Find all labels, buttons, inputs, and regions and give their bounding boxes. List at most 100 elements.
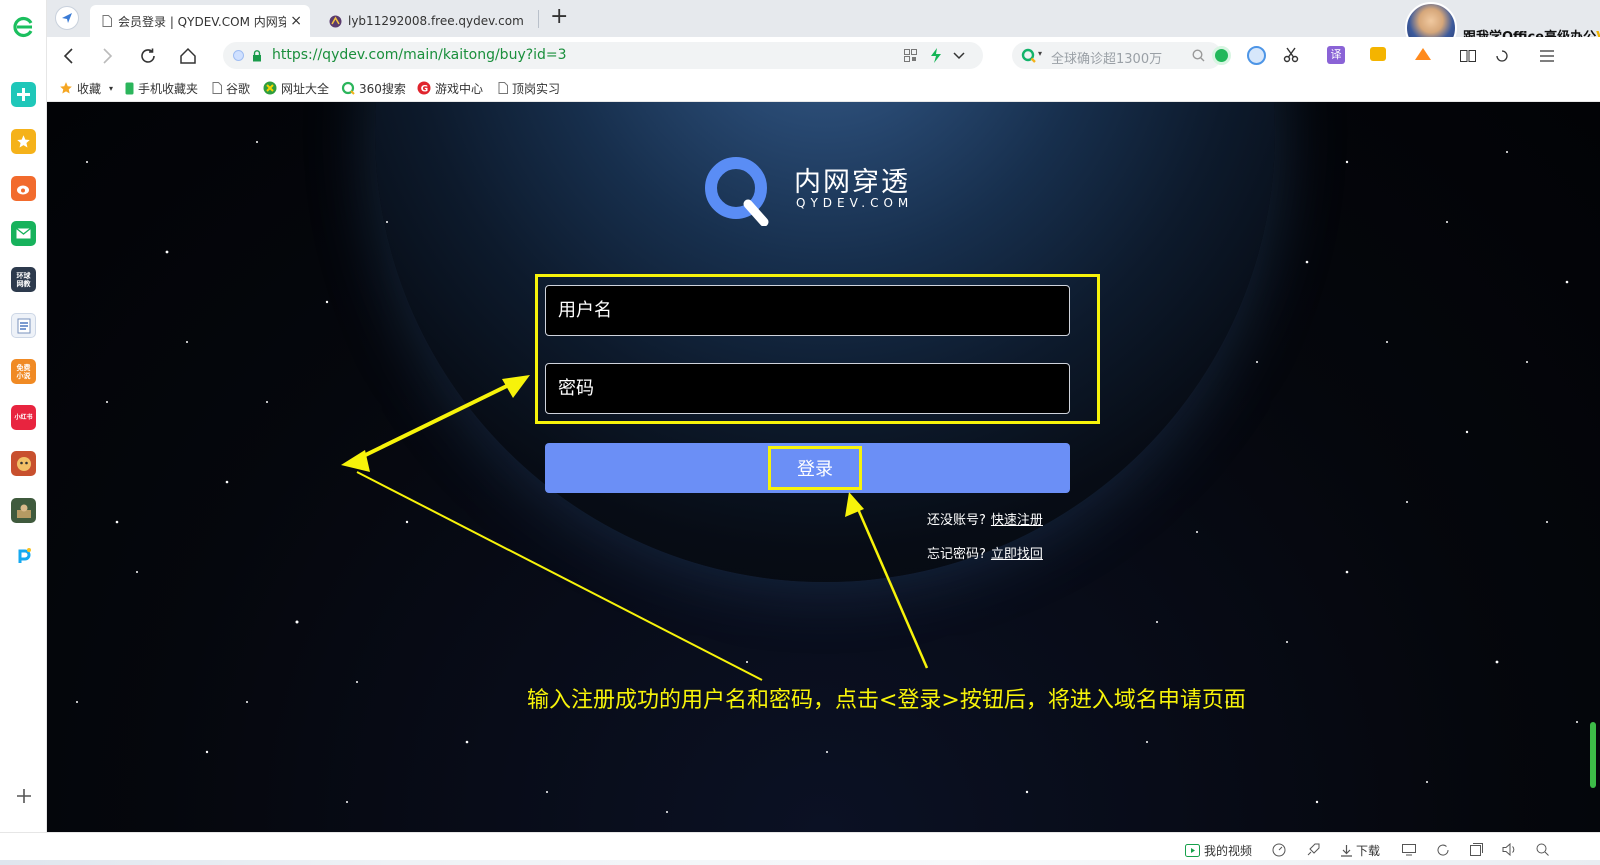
logo-q-icon xyxy=(705,157,769,226)
forgot-link[interactable]: 立即找回 xyxy=(991,547,1043,562)
download-icon xyxy=(1341,844,1352,857)
search-placeholder[interactable]: 全球确诊超1300万 xyxy=(1051,48,1162,67)
page-content: 内网穿透 QYDEV.COM 登录 还没账号? 快速注册 忘记密码? 立即找回 输入… xyxy=(47,102,1600,832)
pubg-app-icon[interactable] xyxy=(11,498,36,523)
edu-app-label: 环球网教 xyxy=(16,271,31,288)
forward-button[interactable] xyxy=(97,45,119,67)
lock-icon xyxy=(253,50,261,62)
novel-app-icon[interactable]: 免费小说 xyxy=(11,359,36,384)
reload-icon xyxy=(141,48,155,63)
novel-app-label: 免费小说 xyxy=(16,363,31,380)
search-engine-dropdown-icon[interactable]: ▾ xyxy=(1038,49,1042,58)
downloads-label: 下载 xyxy=(1356,843,1381,858)
window-layout-icon[interactable] xyxy=(1460,50,1476,62)
tab-title: lyb11292008.free.qydev.com xyxy=(348,14,524,28)
menu-icon[interactable] xyxy=(1540,50,1554,62)
tab-free-qydev[interactable]: lyb11292008.free.qydev.com xyxy=(317,5,537,37)
rocket-icon[interactable] xyxy=(1306,843,1320,857)
weibo-icon[interactable] xyxy=(11,176,36,201)
bookmark-label: 手机收藏夹 xyxy=(138,81,199,96)
logo-title: 内网穿透 xyxy=(794,167,910,198)
new-tab-button[interactable]: + xyxy=(550,4,568,29)
register-link[interactable]: 快速注册 xyxy=(991,513,1043,528)
my-videos-label: 我的视频 xyxy=(1204,843,1253,858)
bookmark-360-search[interactable]: 360搜索 xyxy=(341,79,406,97)
bookmark-directory[interactable]: 网址大全 xyxy=(263,79,329,97)
window-icon[interactable] xyxy=(1470,843,1483,856)
zoom-icon[interactable] xyxy=(1536,843,1549,856)
blue-minus-icon[interactable] xyxy=(1247,46,1266,65)
login-button-label[interactable]: 登录 xyxy=(768,446,862,490)
downloads-button[interactable]: 下载 xyxy=(1340,841,1380,859)
add-sidebar-app-icon[interactable] xyxy=(11,783,36,808)
chevron-down-icon[interactable]: ▾ xyxy=(109,84,113,93)
star-icon xyxy=(60,82,72,94)
bookmark-games[interactable]: G 游戏中心 xyxy=(417,79,483,97)
edu-app-icon[interactable]: 环球网教 xyxy=(11,267,36,292)
qr-code-icon[interactable] xyxy=(904,49,917,62)
tab-strip: 会员登录 | QYDEV.COM 内网穿 × lyb11292008.free.… xyxy=(47,0,1600,37)
home-button[interactable] xyxy=(177,45,199,67)
scroll-indicator[interactable] xyxy=(1590,722,1596,788)
translate-icon[interactable]: 译 xyxy=(1327,46,1345,64)
site-favicon-icon xyxy=(329,15,342,27)
game-app-icon[interactable] xyxy=(11,451,36,476)
tab-title: 会员登录 | QYDEV.COM 内网穿 xyxy=(118,14,286,29)
back-button[interactable] xyxy=(57,45,79,67)
site-logo[interactable]: 内网穿透 QYDEV.COM xyxy=(704,154,924,234)
yellow-extension-icon[interactable] xyxy=(1370,47,1386,61)
taskbar-strip xyxy=(0,860,1600,865)
word-doc-icon[interactable] xyxy=(11,313,36,338)
globe-icon xyxy=(263,81,277,95)
bookmark-label: 收藏 xyxy=(77,81,102,96)
search-icon[interactable] xyxy=(1192,49,1205,62)
search-360-icon xyxy=(1021,48,1036,63)
logo-subtitle: QYDEV.COM xyxy=(796,196,914,210)
bookmarks-bar: 收藏 ▾ 手机收藏夹 谷歌 网址大全 360搜索 G 游戏中心 顶岗实习 xyxy=(47,74,1600,102)
refresh-page-icon[interactable] xyxy=(1436,843,1450,857)
search-360-icon xyxy=(341,81,355,95)
pay-app-icon[interactable] xyxy=(11,543,36,568)
browser-logo-icon[interactable] xyxy=(11,14,36,39)
undo-icon[interactable] xyxy=(1495,49,1509,63)
green-chat-icon[interactable] xyxy=(1212,46,1231,65)
close-tab-icon[interactable]: × xyxy=(290,13,302,29)
plus-app-icon[interactable] xyxy=(11,82,36,107)
url-text[interactable]: https://qydev.com/main/kaitong/buy?id=3 xyxy=(272,47,567,63)
my-videos-button[interactable]: 我的视频 xyxy=(1185,841,1252,859)
bookmark-mobile[interactable]: 手机收藏夹 xyxy=(125,79,198,97)
address-bar[interactable]: https://qydev.com/main/kaitong/buy?id=3 xyxy=(223,42,983,69)
site-info-icon[interactable] xyxy=(233,50,244,61)
password-input[interactable] xyxy=(545,363,1070,414)
bookmark-google[interactable]: 谷歌 xyxy=(212,79,250,97)
bookmark-label: 谷歌 xyxy=(226,81,251,96)
scissors-icon[interactable] xyxy=(1283,47,1299,63)
tab-login[interactable]: 会员登录 | QYDEV.COM 内网穿 × xyxy=(90,5,310,37)
username-input[interactable] xyxy=(545,285,1070,336)
browser-window: 环球网教 免费小说 小红书 会员登录 | QYDEV.COM 内网穿 × lyb… xyxy=(0,0,1600,865)
orange-extension-icon[interactable] xyxy=(1415,48,1431,60)
bookmark-internship[interactable]: 顶岗实习 xyxy=(498,79,560,97)
volume-icon[interactable] xyxy=(1502,843,1517,856)
devices-icon[interactable] xyxy=(1402,844,1416,856)
tab-separator xyxy=(538,10,539,28)
forward-arrow-icon xyxy=(103,48,113,64)
speed-icon[interactable] xyxy=(1272,843,1286,857)
reload-button[interactable] xyxy=(137,45,159,67)
annotation-text: 输入注册成功的用户名和密码，点击<登录>按钮后，将进入域名申请页面 xyxy=(527,688,1246,713)
back-arrow-icon xyxy=(63,48,73,64)
phone-icon xyxy=(125,82,134,94)
mail-icon[interactable] xyxy=(11,221,36,246)
search-box[interactable]: ▾ 全球确诊超1300万 xyxy=(1012,42,1222,69)
video-icon xyxy=(1185,843,1200,857)
chevron-down-icon[interactable] xyxy=(953,52,965,60)
register-row: 还没账号? 快速注册 xyxy=(927,509,1043,528)
bookmark-favorites[interactable]: 收藏 ▾ xyxy=(59,79,113,97)
speed-mode-icon[interactable] xyxy=(930,48,942,63)
favorites-star-icon[interactable] xyxy=(11,129,36,154)
bookmark-label: 网址大全 xyxy=(281,81,330,96)
nav-compass-icon[interactable] xyxy=(55,6,79,30)
svg-text:G: G xyxy=(421,85,428,95)
page-icon xyxy=(212,82,222,94)
xiaohongshu-icon[interactable]: 小红书 xyxy=(11,405,36,430)
